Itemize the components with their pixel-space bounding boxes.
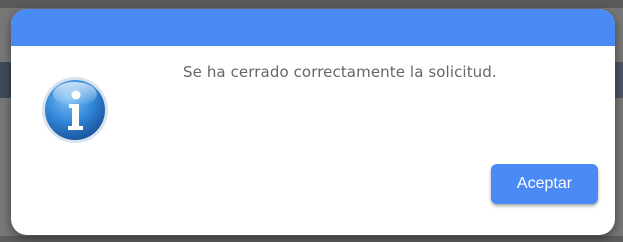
background-app-bar [0, 0, 623, 8]
info-dialog: Se ha cerrado correctamente la solicitud… [11, 9, 615, 235]
background-app-footer [0, 236, 623, 242]
dialog-header [11, 9, 615, 46]
dialog-message: Se ha cerrado correctamente la solicitud… [183, 63, 497, 81]
background-app-panel-right [615, 62, 623, 98]
info-icon [40, 75, 110, 145]
dialog-body: Se ha cerrado correctamente la solicitud… [11, 46, 615, 235]
accept-button[interactable]: Aceptar [491, 164, 598, 204]
